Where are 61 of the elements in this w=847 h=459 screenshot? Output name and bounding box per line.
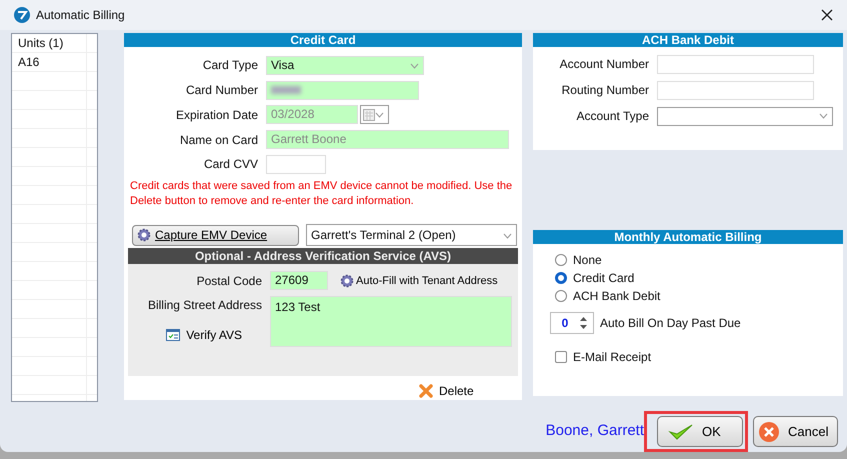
account-type-dropdown[interactable]	[657, 106, 833, 126]
x-icon	[419, 384, 433, 398]
radio-button[interactable]	[555, 290, 567, 302]
ok-button[interactable]: OK	[657, 416, 743, 447]
gear-icon	[340, 274, 354, 288]
field-label: Postal Code	[196, 272, 263, 290]
checkbox-label: E-Mail Receipt	[573, 349, 652, 366]
caret-icon	[819, 113, 828, 120]
field-label: Name on Card	[178, 132, 259, 149]
list-item[interactable]: A16	[12, 53, 87, 71]
capture-button[interactable]: Capture EMV Device	[132, 224, 299, 246]
autofill-button[interactable]: Auto-Fill with Tenant Address	[340, 272, 498, 290]
window-title: Automatic Billing	[36, 7, 125, 24]
cancel-icon	[758, 420, 780, 442]
checkbox[interactable]	[555, 351, 567, 363]
card-cvv-field[interactable]	[266, 154, 326, 174]
warning-text: Credit cards that were saved from an EMV device cannot be modified. Use the Delete button to remove and re-enter the card information.	[129, 178, 514, 209]
field-label: Routing Number	[560, 82, 650, 99]
option-label: None	[573, 252, 602, 269]
cancel-button[interactable]: Cancel	[753, 416, 838, 447]
option-label: ACH Bank Debit	[573, 288, 660, 305]
gear-icon	[137, 228, 151, 242]
street-address-field[interactable]: 123 Test	[270, 296, 512, 348]
tenant-name: Boone, Garrett	[546, 421, 644, 442]
field-label: Card Type	[202, 57, 259, 74]
section-header: Optional - Address Verification Service (AVS)	[128, 248, 518, 264]
field-label: Card CVV	[202, 156, 259, 174]
field-label: Billing Street Address	[148, 297, 262, 314]
delete-button[interactable]: Delete	[419, 382, 474, 400]
field-label: Auto Bill On Day Past Due	[600, 315, 741, 332]
column-header: Units (1)	[12, 34, 87, 52]
routing-number-field[interactable]	[657, 80, 814, 100]
caret-icon	[375, 112, 384, 118]
terminal-dropdown[interactable]: Garrett's Terminal 2 (Open)	[306, 224, 517, 246]
day-spinner[interactable]: 0	[550, 312, 594, 334]
app-logo-icon	[14, 7, 30, 23]
radio-button[interactable]	[555, 272, 567, 284]
blurred-text	[271, 86, 301, 94]
field-label: Card Number	[184, 82, 259, 100]
option-label: Credit Card	[573, 270, 634, 287]
card-number-field[interactable]	[266, 80, 419, 100]
card-type-dropdown[interactable]: Visa	[266, 56, 424, 75]
checklist-icon	[166, 329, 180, 342]
field-label: Expiration Date	[174, 106, 259, 124]
panel-header: Monthly Automatic Billing	[533, 230, 843, 244]
calendar-icon	[363, 108, 375, 121]
postal-code-field[interactable]: 27609	[270, 271, 328, 290]
field-value: Visa	[271, 56, 294, 74]
field-label: Account Number	[558, 56, 650, 73]
panel-header: ACH Bank Debit	[533, 33, 843, 47]
date-picker-button[interactable]	[360, 105, 389, 124]
panel-header: Credit Card	[124, 33, 522, 47]
close-icon	[821, 8, 833, 21]
caret-icon	[503, 233, 512, 240]
caret-icon	[410, 62, 419, 69]
checkmark-icon	[668, 422, 694, 440]
spinner-arrows-icon	[579, 316, 588, 330]
account-number-field[interactable]	[657, 54, 814, 74]
verify-avs-button[interactable]: Verify AVS	[166, 326, 242, 344]
field-label: Account Type	[576, 108, 650, 125]
radio-button[interactable]	[555, 254, 567, 266]
